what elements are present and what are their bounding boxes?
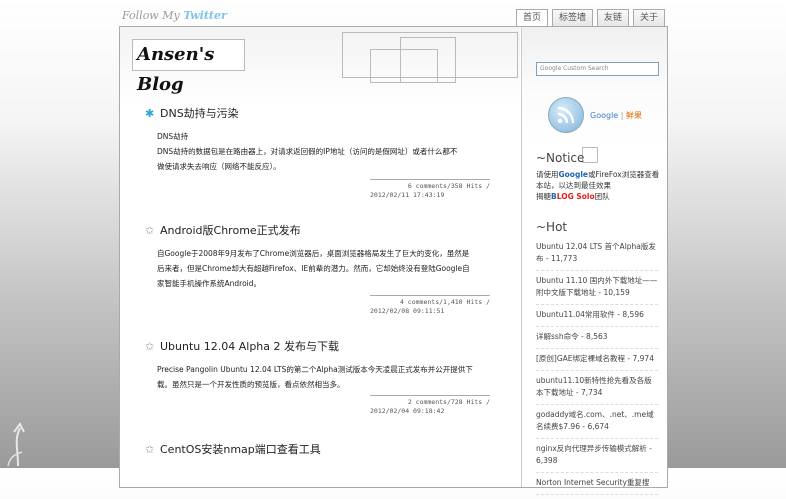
notice-google: Google — [558, 170, 589, 179]
post-title[interactable]: CentOS安装nmap端口查看工具 — [160, 441, 321, 457]
post-item: ✩ CentOS安装nmap端口查看工具 — [145, 441, 490, 457]
hot-post-item[interactable]: Ubuntu11.04常用软件 - 8,596 — [536, 309, 658, 327]
post-title-row: ✩ CentOS安装nmap端口查看工具 — [145, 441, 490, 457]
post-comments-hits[interactable]: 2 comments/728 Hits / — [370, 398, 490, 407]
tab-about[interactable]: 关于 — [632, 9, 665, 26]
decor-frame — [400, 37, 456, 83]
tab-home[interactable]: 首页 — [515, 9, 548, 26]
excerpt-line: 家智能手机操作系统Android。 — [157, 279, 261, 288]
post-title-row: ✱ DNS劫持与污染 — [145, 105, 490, 121]
post-comments-hits[interactable]: 4 comments/1,410 Hits / — [370, 298, 490, 307]
notice-line1: 请使用 — [536, 170, 559, 179]
post-item: ✩ Android版Chrome正式发布 自Google于2008年9月发布了C… — [145, 222, 490, 315]
notice-text: 请使用Google或FireFox浏览器查看本站，以达到最佳效果 揭糖BLOG … — [536, 169, 661, 202]
page-container: Ansen's Blog ✱ DNS劫持与污染 DNS劫持 DNS劫持的数据包是… — [119, 26, 668, 495]
search-input[interactable]: Google Custom Search — [536, 62, 659, 76]
post-title[interactable]: DNS劫持与污染 — [160, 105, 239, 121]
hot-posts-list: Ubuntu 12.04 LTS 首个Alpha版发布 - 11,773 Ubu… — [536, 241, 658, 499]
post-title[interactable]: Android版Chrome正式发布 — [160, 222, 301, 238]
hot-post-item[interactable]: ubuntu11.10新特性抢先看及各版本下载地址 - 7,734 — [536, 375, 658, 405]
excerpt-line: DNS劫持的数据包是在路由器上，对请求返回假的IP地址（访问的是假网址）或者什么… — [157, 147, 458, 156]
hot-post-item[interactable]: Ubuntu 11.10 国内外下载地址——附中文版下载地址 - 10,159 — [536, 275, 658, 305]
excerpt-line: 自Google于2008年9月发布了Chrome浏览器后，桌面浏览器格局发生了巨… — [157, 249, 470, 258]
star-icon: ✩ — [145, 223, 155, 237]
post-excerpt: 自Google于2008年9月发布了Chrome浏览器后，桌面浏览器格局发生了巨… — [157, 246, 490, 291]
tab-links[interactable]: 友链 — [596, 9, 629, 26]
notice-title: ~Notice — [536, 151, 585, 165]
post-excerpt: DNS劫持 DNS劫持的数据包是在路由器上，对请求返回假的IP地址（访问的是假网… — [157, 129, 490, 174]
google-reader-link[interactable]: Google — [590, 111, 618, 120]
notice-line2-prefix: 揭糖 — [536, 192, 551, 201]
post-excerpt: Precise Pangolin Ubuntu 12.04 LTS的第二个Alp… — [157, 362, 490, 392]
back-to-top-icon[interactable] — [6, 418, 30, 468]
xianguo-link[interactable]: 鲜果 — [626, 111, 642, 120]
post-title[interactable]: Ubuntu 12.04 Alpha 2 发布与下载 — [160, 338, 339, 354]
post-date: 2012/02/04 09:18:42 — [370, 407, 445, 415]
post-meta: 4 comments/1,410 Hits / 2012/02/08 09:11… — [370, 295, 490, 316]
post-date: 2012/02/11 17:43:19 — [370, 191, 445, 199]
excerpt-line: 后来者，但是Chrome却大有超越Firefox、IE前辈的潜力。然而，它却始终… — [157, 264, 470, 273]
post-meta: 6 comments/358 Hits / 2012/02/11 17:43:1… — [370, 179, 490, 200]
follow-prefix: Follow My — [122, 9, 184, 22]
excerpt-line: 载。虽然只是一个开发性质的预览版，看点依然相当多。 — [157, 380, 345, 389]
rss-links: Google | 鲜果 — [590, 110, 642, 121]
star-icon: ✩ — [145, 442, 155, 456]
post-comments-hits[interactable]: 6 comments/358 Hits / — [370, 182, 490, 191]
follow-twitter-link[interactable]: Follow My Twitter — [122, 9, 227, 22]
hot-title: ~Hot — [536, 220, 568, 234]
star-icon: ✱ — [145, 106, 155, 120]
hot-post-item[interactable]: Norton Internet Security重复搜 — [536, 477, 658, 495]
post-title-row: ✩ Android版Chrome正式发布 — [145, 222, 490, 238]
rss-subscribe: Google | 鲜果 — [548, 97, 642, 133]
site-logo[interactable]: Ansen's Blog — [132, 39, 245, 95]
excerpt-line: 做使请求失去响应（网络不能反应）。 — [157, 162, 281, 171]
excerpt-line: DNS劫持 — [157, 132, 189, 141]
hot-post-item[interactable]: [原创]GAE绑定裸域名教程 - 7,974 — [536, 353, 658, 371]
hot-post-item[interactable]: 详解ssh命令 - 8,563 — [536, 331, 658, 349]
header: Ansen's Blog — [120, 27, 520, 107]
rss-separator: | — [618, 110, 626, 120]
post-title-row: ✩ Ubuntu 12.04 Alpha 2 发布与下载 — [145, 338, 490, 354]
rss-icon[interactable] — [548, 97, 584, 133]
post-item: ✩ Ubuntu 12.04 Alpha 2 发布与下载 Precise Pan… — [145, 338, 490, 415]
twitter-label: Twitter — [183, 9, 227, 22]
post-item: ✱ DNS劫持与污染 DNS劫持 DNS劫持的数据包是在路由器上，对请求返回假的… — [145, 105, 490, 199]
hot-post-item[interactable]: Ubuntu 12.04 LTS 首个Alpha版发布 - 11,773 — [536, 241, 658, 271]
excerpt-line: Precise Pangolin Ubuntu 12.04 LTS的第二个Alp… — [157, 365, 473, 374]
notice-line2-suffix: 团队 — [594, 192, 610, 201]
hot-post-item[interactable]: nginx反向代理异步传输模式解析 - 6,398 — [536, 443, 658, 473]
star-icon: ✩ — [145, 339, 155, 353]
notice-solo[interactable]: LOG Solo — [557, 192, 595, 201]
post-meta: 2 comments/728 Hits / 2012/02/04 09:18:4… — [370, 395, 490, 416]
hot-post-item[interactable]: godaddy域名.com、.net、.me域名续费$7.96 - 6,674 — [536, 409, 658, 439]
post-date: 2012/02/08 09:11:51 — [370, 307, 445, 315]
sidebar: Google Custom Search Google | 鲜果 ~Notice… — [521, 27, 667, 495]
tab-tags[interactable]: 标签墙 — [551, 9, 593, 26]
top-nav-tabs: 首页 标签墙 友链 关于 — [515, 9, 665, 26]
